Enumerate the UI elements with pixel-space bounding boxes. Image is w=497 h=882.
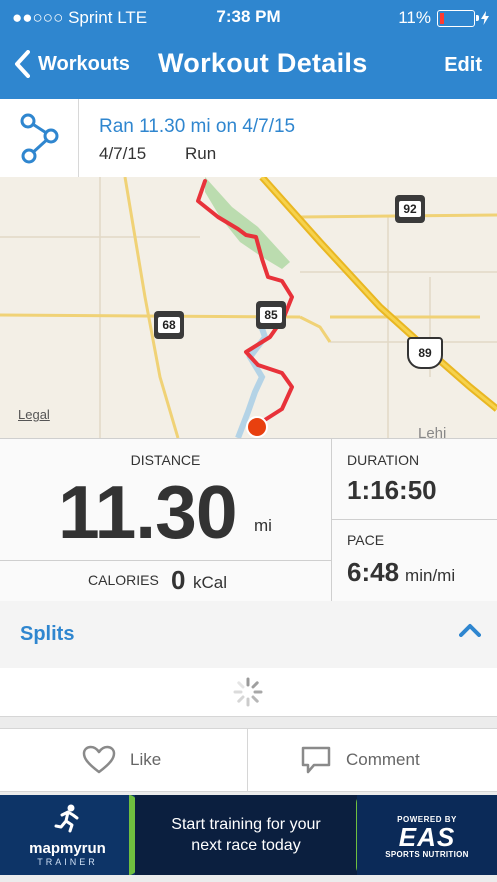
highway-badge-92: 92 [395,195,425,223]
ad-message: Start training for your next race today [171,816,321,854]
comment-icon [301,746,331,774]
divider [331,519,497,520]
navigation-bar: ●●○○○ Sprint LTE 7:38 PM 11% Workouts Wo… [0,0,497,99]
ad-brand-right-sub: SPORTS NUTRITION [385,850,469,859]
battery-icon [437,9,479,27]
comment-label: Comment [346,750,420,769]
workout-stats: DISTANCE 11.30 mi CALORIES 0 kCal DURATI… [0,438,497,602]
calories-value: 0 [171,565,186,595]
back-label: Workouts [38,52,130,75]
pace-unit: min/mi [405,566,456,585]
distance-unit: mi [254,516,272,535]
workout-date: 4/7/15 [99,144,147,163]
comment-button[interactable]: Comment [300,729,420,791]
highway-badge-85: 85 [256,301,286,329]
workout-activity: Run [185,144,217,163]
pace-label: PACE [347,532,385,548]
distance-value: 11.30 [58,470,238,554]
route-icon [20,113,59,164]
battery-percent: 11% [398,8,431,27]
ad-eas-logo: POWERED BY EAS SPORTS NUTRITION [357,795,497,875]
pace-value: 6:48 min/mi [347,557,455,588]
highway-badge-89: 89 [407,337,443,369]
heart-icon [82,745,116,774]
start-marker [246,416,268,438]
duration-label: DURATION [347,452,420,468]
back-button[interactable]: Workouts [14,50,130,78]
ad-brand-left-sub: TRAINER [37,857,98,867]
battery-level [440,12,444,24]
splits-label: Splits [20,623,75,645]
splits-header[interactable]: Splits [0,601,497,668]
loading-spinner-icon [233,677,263,707]
ad-message-panel: Start training for your next race today [135,795,357,875]
pace-number: 6:48 [347,557,400,587]
workout-headline[interactable]: Ran 11.30 mi on 4/7/15 [99,116,295,138]
like-button[interactable]: Like [82,729,161,791]
ad-brand-left: mapmyrun [29,840,106,857]
edit-button[interactable]: Edit [444,54,482,77]
highway-badge-68: 68 [154,311,184,339]
divider [331,439,332,601]
divider [0,560,331,561]
chevron-left-icon [15,50,30,78]
calories-label: CALORIES [88,572,159,588]
distance-label: DISTANCE [130,452,201,468]
route-icon-cell [0,99,79,177]
battery-indicator: 11% [398,8,489,28]
chevron-up-icon[interactable] [459,623,481,637]
route-map[interactable]: 92 85 68 89 Lehi Legal [0,177,497,438]
runner-icon [54,804,78,833]
like-label: Like [130,750,162,769]
workout-summary: Ran 11.30 mi on 4/7/15 4/7/15 Run [0,99,497,178]
charging-bolt-icon [481,11,489,25]
place-label: Lehi [418,425,447,438]
duration-value: 1:16:50 [347,475,437,505]
divider [247,729,248,791]
ad-banner[interactable]: mapmyrun TRAINER Start training for your… [0,795,497,875]
calories-unit: kCal [193,573,228,592]
splits-loading [0,668,497,717]
ad-mapmyrun-logo: mapmyrun TRAINER [0,795,135,875]
status-bar: ●●○○○ Sprint LTE 7:38 PM 11% [0,0,497,34]
social-actions: Like Comment [0,728,497,792]
ad-brand-right: EAS [398,822,456,852]
legal-link[interactable]: Legal [18,407,50,422]
page-title: Workout Details [158,48,368,78]
